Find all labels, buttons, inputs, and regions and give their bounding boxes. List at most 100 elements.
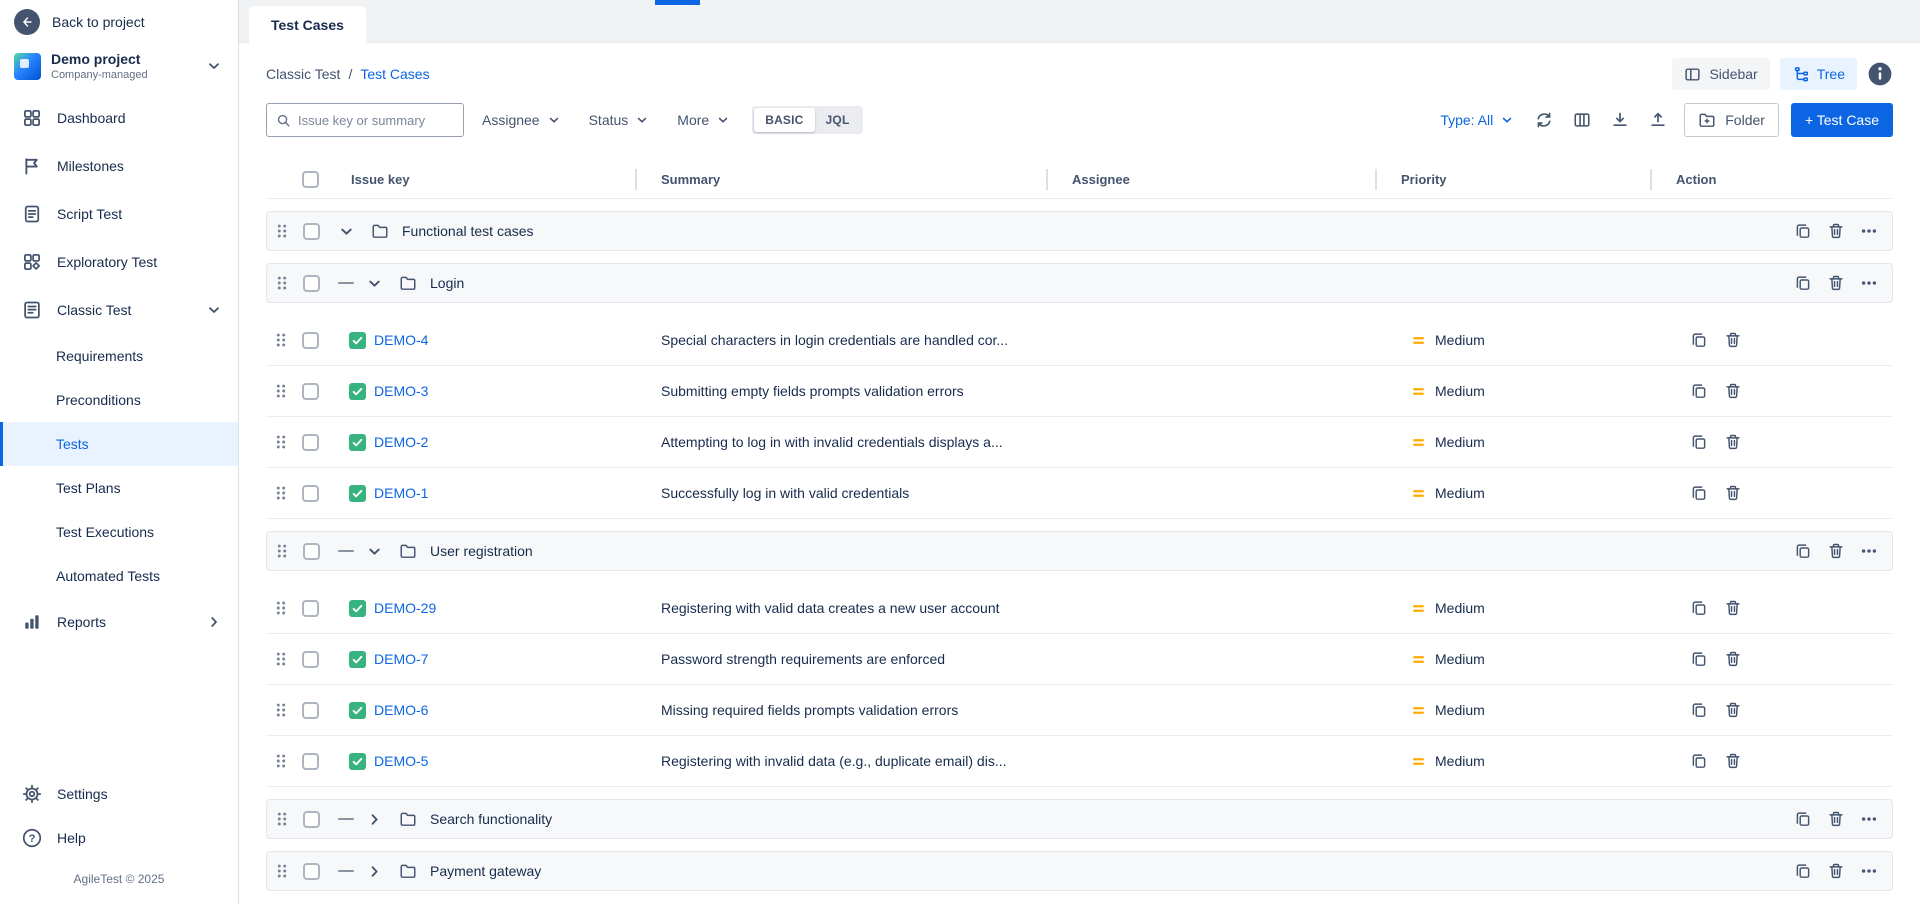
row-checkbox[interactable] — [303, 275, 320, 292]
sidebar-item-classic-test[interactable]: Classic Test — [0, 286, 238, 334]
clone-test-button[interactable] — [1690, 599, 1708, 617]
row-checkbox[interactable] — [302, 383, 319, 400]
row-checkbox[interactable] — [303, 543, 320, 560]
sidebar-item-automated-tests[interactable]: Automated Tests — [0, 554, 238, 598]
clone-test-button[interactable] — [1690, 752, 1708, 770]
breadcrumb-parent[interactable]: Classic Test — [266, 66, 340, 82]
delete-folder-button[interactable] — [1827, 810, 1845, 828]
sidebar-item-requirements[interactable]: Requirements — [0, 334, 238, 378]
import-button[interactable] — [1642, 104, 1674, 136]
export-button[interactable] — [1604, 104, 1636, 136]
folder-more-actions-button[interactable] — [1860, 274, 1878, 292]
issue-key-link[interactable]: DEMO-1 — [374, 485, 428, 501]
sidebar-item-settings[interactable]: Settings — [0, 772, 238, 816]
jql-mode-button[interactable]: JQL — [815, 108, 861, 132]
drag-handle[interactable] — [272, 650, 290, 668]
create-test-case-button[interactable]: + Test Case — [1791, 103, 1893, 137]
issue-key-link[interactable]: DEMO-5 — [374, 753, 428, 769]
columns-button[interactable] — [1566, 104, 1598, 136]
drag-handle[interactable] — [273, 810, 291, 828]
delete-test-button[interactable] — [1724, 650, 1742, 668]
drag-handle[interactable] — [273, 542, 291, 560]
row-checkbox[interactable] — [303, 811, 320, 828]
row-checkbox[interactable] — [302, 753, 319, 770]
test-case-row[interactable]: DEMO-3 Submitting empty fields prompts v… — [266, 366, 1893, 417]
row-checkbox[interactable] — [303, 223, 320, 240]
row-checkbox[interactable] — [303, 863, 320, 880]
back-to-project-button[interactable]: Back to project — [0, 0, 238, 41]
issue-key-link[interactable]: DEMO-6 — [374, 702, 428, 718]
folder-expand-toggle[interactable] — [338, 223, 355, 240]
delete-folder-button[interactable] — [1827, 862, 1845, 880]
test-case-row[interactable]: DEMO-7 Password strength requirements ar… — [266, 634, 1893, 685]
sidebar-item-reports[interactable]: Reports — [0, 598, 238, 646]
folder-more-actions-button[interactable] — [1860, 810, 1878, 828]
sidebar-item-help[interactable]: ? Help — [0, 816, 238, 860]
sidebar-item-test-plans[interactable]: Test Plans — [0, 466, 238, 510]
clone-test-button[interactable] — [1690, 484, 1708, 502]
drag-handle[interactable] — [272, 382, 290, 400]
drag-handle[interactable] — [272, 331, 290, 349]
drag-handle[interactable] — [272, 484, 290, 502]
sidebar-item-milestones[interactable]: Milestones — [0, 142, 238, 190]
row-checkbox[interactable] — [302, 332, 319, 349]
issue-key-link[interactable]: DEMO-3 — [374, 383, 428, 399]
delete-test-button[interactable] — [1724, 433, 1742, 451]
clone-test-button[interactable] — [1690, 701, 1708, 719]
more-filter-dropdown[interactable]: More — [667, 105, 740, 135]
sidebar-toggle-button[interactable]: Sidebar — [1672, 58, 1769, 90]
test-case-row[interactable]: DEMO-5 Registering with invalid data (e.… — [266, 736, 1893, 787]
clone-test-button[interactable] — [1690, 650, 1708, 668]
drag-handle[interactable] — [272, 701, 290, 719]
issue-key-link[interactable]: DEMO-2 — [374, 434, 428, 450]
sidebar-item-script-test[interactable]: Script Test — [0, 190, 238, 238]
folder-expand-toggle[interactable] — [366, 863, 383, 880]
clone-test-button[interactable] — [1690, 433, 1708, 451]
sidebar-item-test-executions[interactable]: Test Executions — [0, 510, 238, 554]
issue-key-link[interactable]: DEMO-4 — [374, 332, 428, 348]
breadcrumb-current[interactable]: Test Cases — [360, 66, 429, 82]
tab-test-cases[interactable]: Test Cases — [249, 6, 366, 43]
drag-handle[interactable] — [272, 752, 290, 770]
delete-test-button[interactable] — [1724, 382, 1742, 400]
row-checkbox[interactable] — [302, 702, 319, 719]
folder-row[interactable]: Login — [266, 263, 1893, 303]
folder-row[interactable]: Search functionality — [266, 799, 1893, 839]
project-switcher[interactable]: Demo project Company-managed — [0, 41, 238, 94]
sidebar-item-preconditions[interactable]: Preconditions — [0, 378, 238, 422]
drag-handle[interactable] — [273, 222, 291, 240]
folder-expand-toggle[interactable] — [366, 543, 383, 560]
folder-more-actions-button[interactable] — [1860, 222, 1878, 240]
test-case-row[interactable]: DEMO-6 Missing required fields prompts v… — [266, 685, 1893, 736]
folder-row[interactable]: Functional test cases — [266, 211, 1893, 251]
sidebar-item-dashboard[interactable]: Dashboard — [0, 94, 238, 142]
delete-folder-button[interactable] — [1827, 274, 1845, 292]
delete-test-button[interactable] — [1724, 701, 1742, 719]
copy-folder-button[interactable] — [1794, 542, 1812, 560]
row-checkbox[interactable] — [302, 434, 319, 451]
folder-more-actions-button[interactable] — [1860, 542, 1878, 560]
drag-handle[interactable] — [272, 599, 290, 617]
new-folder-button[interactable]: Folder — [1684, 103, 1779, 137]
test-case-row[interactable]: DEMO-2 Attempting to log in with invalid… — [266, 417, 1893, 468]
issue-key-link[interactable]: DEMO-7 — [374, 651, 428, 667]
row-checkbox[interactable] — [302, 485, 319, 502]
clone-test-button[interactable] — [1690, 331, 1708, 349]
issue-key-link[interactable]: DEMO-29 — [374, 600, 436, 616]
delete-test-button[interactable] — [1724, 331, 1742, 349]
delete-test-button[interactable] — [1724, 752, 1742, 770]
select-all-checkbox[interactable] — [302, 171, 319, 188]
basic-mode-button[interactable]: BASIC — [754, 108, 814, 132]
copy-folder-button[interactable] — [1794, 810, 1812, 828]
delete-folder-button[interactable] — [1827, 222, 1845, 240]
refresh-button[interactable] — [1528, 104, 1560, 136]
row-checkbox[interactable] — [302, 600, 319, 617]
delete-test-button[interactable] — [1724, 484, 1742, 502]
row-checkbox[interactable] — [302, 651, 319, 668]
folder-expand-toggle[interactable] — [366, 811, 383, 828]
drag-handle[interactable] — [272, 433, 290, 451]
clone-test-button[interactable] — [1690, 382, 1708, 400]
sidebar-item-tests[interactable]: Tests — [0, 422, 238, 466]
search-input[interactable] — [298, 113, 454, 128]
status-filter-dropdown[interactable]: Status — [579, 105, 660, 135]
